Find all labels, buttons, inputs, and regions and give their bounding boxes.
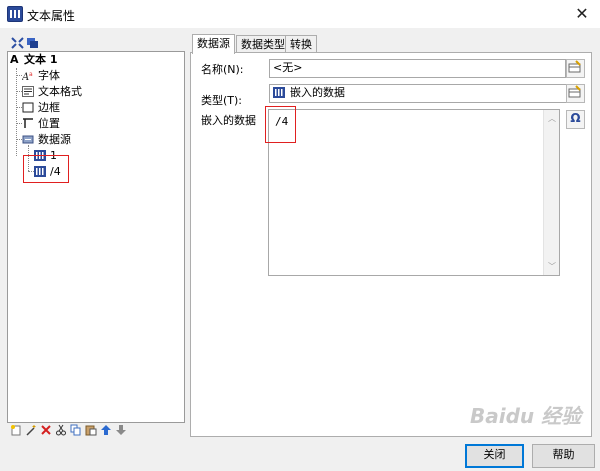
type-browse-button[interactable]: [566, 84, 585, 103]
name-browse-button[interactable]: [566, 59, 585, 78]
tree-edit-toolbar: [7, 424, 185, 438]
property-tree: A 文本 1 A a 字体 文本格式 边框 位置 数据源 1 /4: [7, 51, 185, 423]
special-char-button[interactable]: Ω: [566, 110, 585, 129]
title-bar: 文本属性 ✕: [0, 0, 600, 28]
highlight-box-data: [265, 106, 296, 143]
font-icon: A a: [22, 71, 33, 81]
border-icon: [22, 102, 34, 113]
edit-table-icon: [568, 85, 581, 98]
tree-toolbar: [7, 34, 185, 52]
wand-icon[interactable]: [25, 424, 37, 436]
type-field[interactable]: 嵌入的数据: [269, 84, 583, 103]
highlight-box-tree: [23, 155, 69, 183]
tree-item-label: 位置: [38, 117, 60, 130]
window-title: 文本属性: [27, 9, 76, 23]
tree-item-label: 文本 1: [24, 53, 58, 66]
position-icon: [23, 118, 33, 128]
embedded-data-label: 嵌入的数据: [201, 114, 256, 127]
help-button[interactable]: 帮助: [532, 444, 595, 468]
expand-tree-icon[interactable]: [11, 37, 24, 49]
scroll-down-icon[interactable]: ﹀: [548, 261, 556, 272]
edit-table-icon: [568, 60, 581, 73]
move-up-icon[interactable]: [100, 424, 112, 436]
text-a-icon: A: [10, 53, 19, 66]
close-icon[interactable]: ✕: [570, 3, 594, 25]
tree-item-label: 字体: [38, 69, 60, 82]
name-label: 名称(N):: [201, 63, 244, 76]
tree-item-label: 文本格式: [38, 85, 82, 98]
delete-icon[interactable]: [40, 424, 52, 436]
new-item-icon[interactable]: [10, 424, 22, 436]
text-format-icon: [22, 86, 34, 97]
close-button[interactable]: 关闭: [465, 444, 524, 468]
textarea-scrollbar[interactable]: ︿ ﹀: [543, 110, 559, 275]
move-down-icon[interactable]: [115, 424, 127, 436]
collapse-tree-icon[interactable]: [26, 37, 39, 49]
data-grid-icon: [273, 87, 285, 98]
tab-datasource[interactable]: 数据源: [192, 34, 235, 54]
scroll-up-icon[interactable]: ︿: [548, 113, 556, 124]
name-field[interactable]: <无>: [269, 59, 566, 78]
svg-text:a: a: [29, 71, 33, 78]
tree-item-label: 数据源: [38, 133, 71, 146]
cut-icon[interactable]: [55, 424, 67, 436]
type-value: 嵌入的数据: [290, 86, 345, 99]
app-icon: [7, 6, 23, 22]
type-label: 类型(T):: [201, 94, 243, 107]
datasource-icon: [22, 135, 34, 144]
watermark: Baidu 经验: [470, 404, 582, 428]
embedded-data-textarea[interactable]: /4: [268, 109, 560, 276]
copy-icon[interactable]: [70, 424, 82, 436]
tree-item-label: 边框: [38, 101, 60, 114]
paste-icon[interactable]: [85, 424, 97, 436]
tab-data-type[interactable]: 数据类型: [236, 35, 290, 53]
tab-convert[interactable]: 转换: [285, 35, 317, 53]
